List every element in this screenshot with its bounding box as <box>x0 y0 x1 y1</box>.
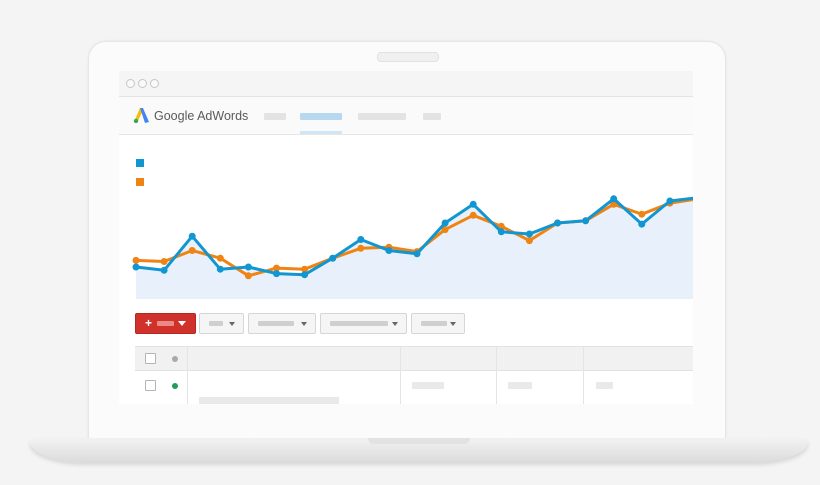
data-point-blue[interactable] <box>357 236 365 243</box>
performance-chart <box>119 135 693 305</box>
column-divider <box>400 346 401 404</box>
laptop-screen: Google AdWords + <box>119 71 693 404</box>
data-point-blue[interactable] <box>273 270 280 278</box>
dropdown-label <box>258 321 294 326</box>
brand-name: Google AdWords <box>154 109 249 123</box>
data-point-orange[interactable] <box>244 272 252 280</box>
dropdown-label <box>209 321 223 326</box>
dropdown-2[interactable] <box>248 313 316 334</box>
status-dot-active <box>172 383 178 389</box>
data-point-blue[interactable] <box>301 271 309 279</box>
row-cell-3 <box>596 382 613 389</box>
camera-notch <box>377 52 439 62</box>
add-button-label <box>157 321 174 326</box>
data-point-blue[interactable] <box>610 195 618 203</box>
data-point-orange[interactable] <box>469 211 477 219</box>
nav-tab-4[interactable] <box>423 113 441 120</box>
chevron-down-icon <box>178 321 186 326</box>
dropdown-4[interactable] <box>411 313 465 334</box>
dropdown-1[interactable] <box>199 313 244 334</box>
table-header <box>135 346 693 371</box>
window-maximize-icon[interactable] <box>150 79 159 88</box>
data-point-blue[interactable] <box>244 263 252 271</box>
data-point-blue[interactable] <box>554 219 561 227</box>
data-point-orange[interactable] <box>160 258 168 265</box>
data-point-blue[interactable] <box>469 200 477 208</box>
data-point-orange[interactable] <box>132 256 140 264</box>
chevron-down-icon <box>301 322 307 326</box>
data-point-blue[interactable] <box>216 265 224 273</box>
nav-tab-1[interactable] <box>264 113 286 120</box>
data-point-blue[interactable] <box>329 254 337 262</box>
laptop-base <box>30 438 808 462</box>
base-groove <box>368 438 470 444</box>
column-divider <box>187 346 188 404</box>
logo-dot <box>133 118 139 123</box>
data-point-blue[interactable] <box>638 220 646 228</box>
active-tab-indicator <box>300 131 342 134</box>
row-checkbox[interactable] <box>145 380 156 391</box>
data-point-blue[interactable] <box>441 219 449 227</box>
data-point-blue[interactable] <box>525 230 533 238</box>
table-row[interactable] <box>135 371 693 404</box>
logo-right-stroke <box>140 108 149 123</box>
data-point-blue[interactable] <box>385 247 393 254</box>
dropdown-label <box>421 321 447 326</box>
nav-tab-2[interactable] <box>300 113 342 120</box>
data-point-blue[interactable] <box>497 228 505 236</box>
line-chart <box>132 195 693 299</box>
app-header: Google AdWords <box>119 97 693 135</box>
campaign-table <box>135 346 693 404</box>
row-cell-2 <box>508 382 532 389</box>
column-divider <box>496 346 497 404</box>
row-name-cell[interactable] <box>199 397 339 404</box>
data-point-orange[interactable] <box>357 244 365 252</box>
browser-title-bar <box>119 71 693 97</box>
chevron-down-icon <box>229 322 235 326</box>
dropdown-3[interactable] <box>320 313 407 334</box>
chevron-down-icon <box>450 322 456 326</box>
data-point-blue[interactable] <box>132 263 140 271</box>
data-point-orange[interactable] <box>188 247 196 254</box>
select-all-checkbox[interactable] <box>145 353 156 364</box>
chevron-down-icon <box>392 322 398 326</box>
data-point-blue[interactable] <box>188 232 196 240</box>
google-adwords-logo-icon <box>133 108 149 123</box>
data-point-blue[interactable] <box>413 250 421 258</box>
data-point-blue[interactable] <box>582 217 590 225</box>
column-divider <box>583 346 584 404</box>
status-column-icon <box>172 356 178 362</box>
window-minimize-icon[interactable] <box>138 79 147 88</box>
data-point-orange[interactable] <box>216 254 224 262</box>
chart-area-fill <box>136 197 693 299</box>
plus-icon: + <box>145 316 153 330</box>
add-button[interactable]: + <box>135 313 196 334</box>
data-point-blue[interactable] <box>160 266 168 274</box>
nav-tab-3[interactable] <box>358 113 406 120</box>
table-toolbar: + <box>119 311 693 337</box>
dropdown-label <box>330 321 388 326</box>
data-point-orange[interactable] <box>525 237 533 245</box>
row-cell-1 <box>412 382 444 389</box>
window-close-icon[interactable] <box>126 79 135 88</box>
data-point-orange[interactable] <box>638 210 646 218</box>
data-point-blue[interactable] <box>666 197 674 205</box>
